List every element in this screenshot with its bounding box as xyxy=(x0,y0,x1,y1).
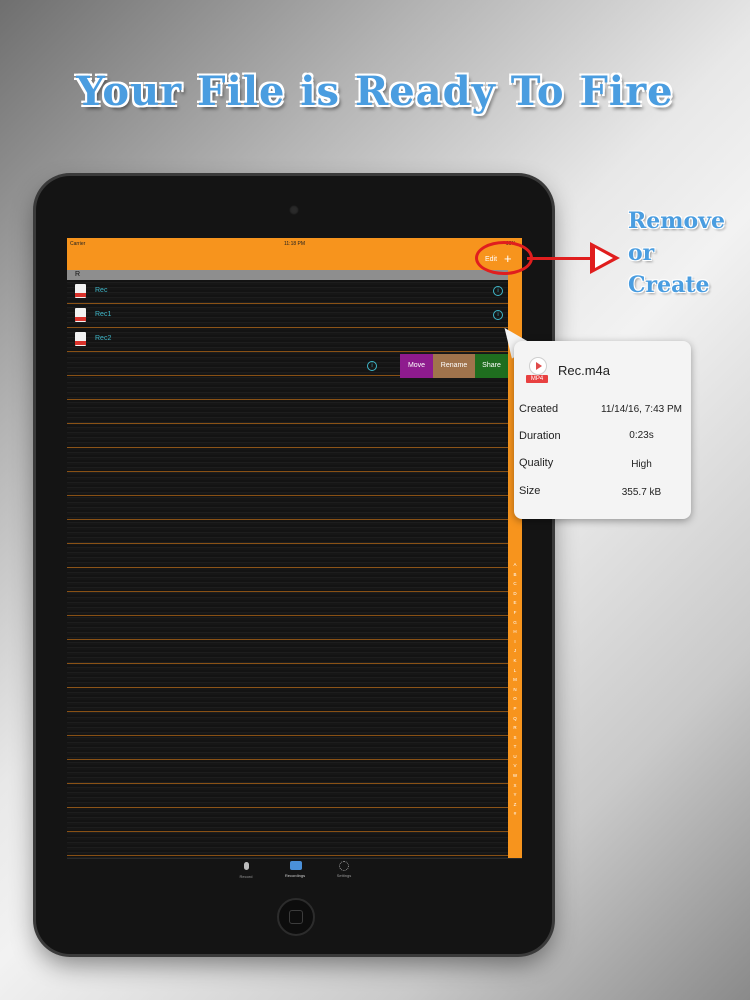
move-button[interactable]: Move xyxy=(400,354,433,378)
info-icon[interactable]: i xyxy=(493,286,503,296)
info-icon[interactable]: i xyxy=(367,361,377,371)
detail-label-quality: Quality xyxy=(519,457,554,469)
file-info-popover: MP4 Rec.m4a Created 11/14/16, 7:43 PM Du… xyxy=(514,341,691,519)
screen: Carrier 11:18 PM 99% Edit + R Rec i Rec1… xyxy=(67,238,522,882)
file-type-tag: MP4 xyxy=(526,375,548,383)
index-letter[interactable]: Q xyxy=(508,714,522,724)
index-letter[interactable]: M xyxy=(508,675,522,685)
home-button[interactable] xyxy=(277,898,315,936)
audio-file-icon xyxy=(75,332,86,346)
section-header: R xyxy=(67,270,508,280)
detail-value-quality: High xyxy=(631,459,652,470)
index-letter[interactable]: A xyxy=(508,560,522,570)
index-letter[interactable]: O xyxy=(508,694,522,704)
index-letter[interactable]: F xyxy=(508,608,522,618)
file-name: Rec2 xyxy=(95,335,112,342)
file-name: Rec xyxy=(95,287,108,294)
detail-value-created: 11/14/16, 7:43 PM xyxy=(601,404,682,415)
side-note: Remove or Create xyxy=(628,205,725,301)
index-letter[interactable]: I xyxy=(508,637,522,647)
index-letter[interactable]: W xyxy=(508,771,522,781)
audio-file-icon xyxy=(75,308,86,322)
list-item[interactable]: Rec2 xyxy=(67,328,508,352)
index-letter[interactable]: Z xyxy=(508,800,522,810)
side-note-line-1: Remove xyxy=(628,208,726,234)
ipad-device: Carrier 11:18 PM 99% Edit + R Rec i Rec1… xyxy=(36,176,552,954)
recordings-icon xyxy=(290,861,302,871)
tab-settings[interactable]: Settings xyxy=(324,861,364,878)
index-letter[interactable]: V xyxy=(508,761,522,771)
tab-bar: Record Recordings Settings xyxy=(67,858,522,882)
file-list: Rec i Rec1 i Rec2 i Move Rename Share xyxy=(67,280,508,858)
index-letter[interactable]: J xyxy=(508,646,522,656)
popover-title: Rec.m4a xyxy=(558,363,611,378)
annotation-arrow-head xyxy=(590,242,620,274)
detail-label-size: Size xyxy=(519,485,541,497)
index-letter[interactable]: Y xyxy=(508,790,522,800)
detail-label-created: Created xyxy=(519,403,559,415)
headline: Your File is Ready To Fire xyxy=(76,68,674,115)
list-item[interactable]: Rec1 i xyxy=(67,304,508,328)
front-camera xyxy=(289,205,299,215)
mp4-file-icon: MP4 xyxy=(526,356,548,383)
index-letters[interactable]: A B C D E F G H I J K L M N O P Q R S T U V W X Y Z # xyxy=(508,560,522,819)
rename-button[interactable]: Rename xyxy=(433,354,475,378)
tab-recordings[interactable]: Recordings xyxy=(275,861,315,878)
index-letter[interactable]: X xyxy=(508,781,522,791)
play-icon xyxy=(529,357,547,375)
navigation-bar: Edit + xyxy=(67,250,522,270)
mic-icon xyxy=(241,862,251,872)
index-letter[interactable]: B xyxy=(508,570,522,580)
index-letter[interactable]: C xyxy=(508,579,522,589)
tab-record[interactable]: Record xyxy=(226,861,266,879)
status-bar: Carrier 11:18 PM 99% xyxy=(67,238,522,250)
detail-value-duration: 0:23s xyxy=(629,430,654,441)
index-letter[interactable]: S xyxy=(508,733,522,743)
clock: 11:18 PM xyxy=(283,241,306,247)
tab-label: Record xyxy=(239,874,253,879)
side-note-line-3: Create xyxy=(628,272,710,298)
file-name: Rec1 xyxy=(95,311,112,318)
index-letter[interactable]: P xyxy=(508,704,522,714)
index-letter[interactable]: E xyxy=(508,598,522,608)
index-letter[interactable]: N xyxy=(508,685,522,695)
side-note-line-2: or xyxy=(628,240,655,266)
tab-label: Recordings xyxy=(284,873,306,878)
list-item[interactable]: Rec i xyxy=(67,280,508,304)
audio-file-icon xyxy=(75,284,86,298)
share-button[interactable]: Share xyxy=(475,354,508,378)
info-icon[interactable]: i xyxy=(493,310,503,320)
gear-icon xyxy=(339,861,349,871)
index-letter[interactable]: U xyxy=(508,752,522,762)
edit-highlight-circle xyxy=(475,241,533,275)
detail-label-duration: Duration xyxy=(519,430,561,442)
index-letter[interactable]: L xyxy=(508,666,522,676)
tab-label: Settings xyxy=(336,873,352,878)
index-letter[interactable]: R xyxy=(508,723,522,733)
index-letter[interactable]: G xyxy=(508,618,522,628)
index-letter[interactable]: # xyxy=(508,809,522,819)
index-letter[interactable]: H xyxy=(508,627,522,637)
index-letter[interactable]: T xyxy=(508,742,522,752)
detail-value-size: 355.7 kB xyxy=(621,487,662,498)
section-title: R xyxy=(75,271,81,278)
index-letter[interactable]: K xyxy=(508,656,522,666)
index-letter[interactable]: D xyxy=(508,589,522,599)
